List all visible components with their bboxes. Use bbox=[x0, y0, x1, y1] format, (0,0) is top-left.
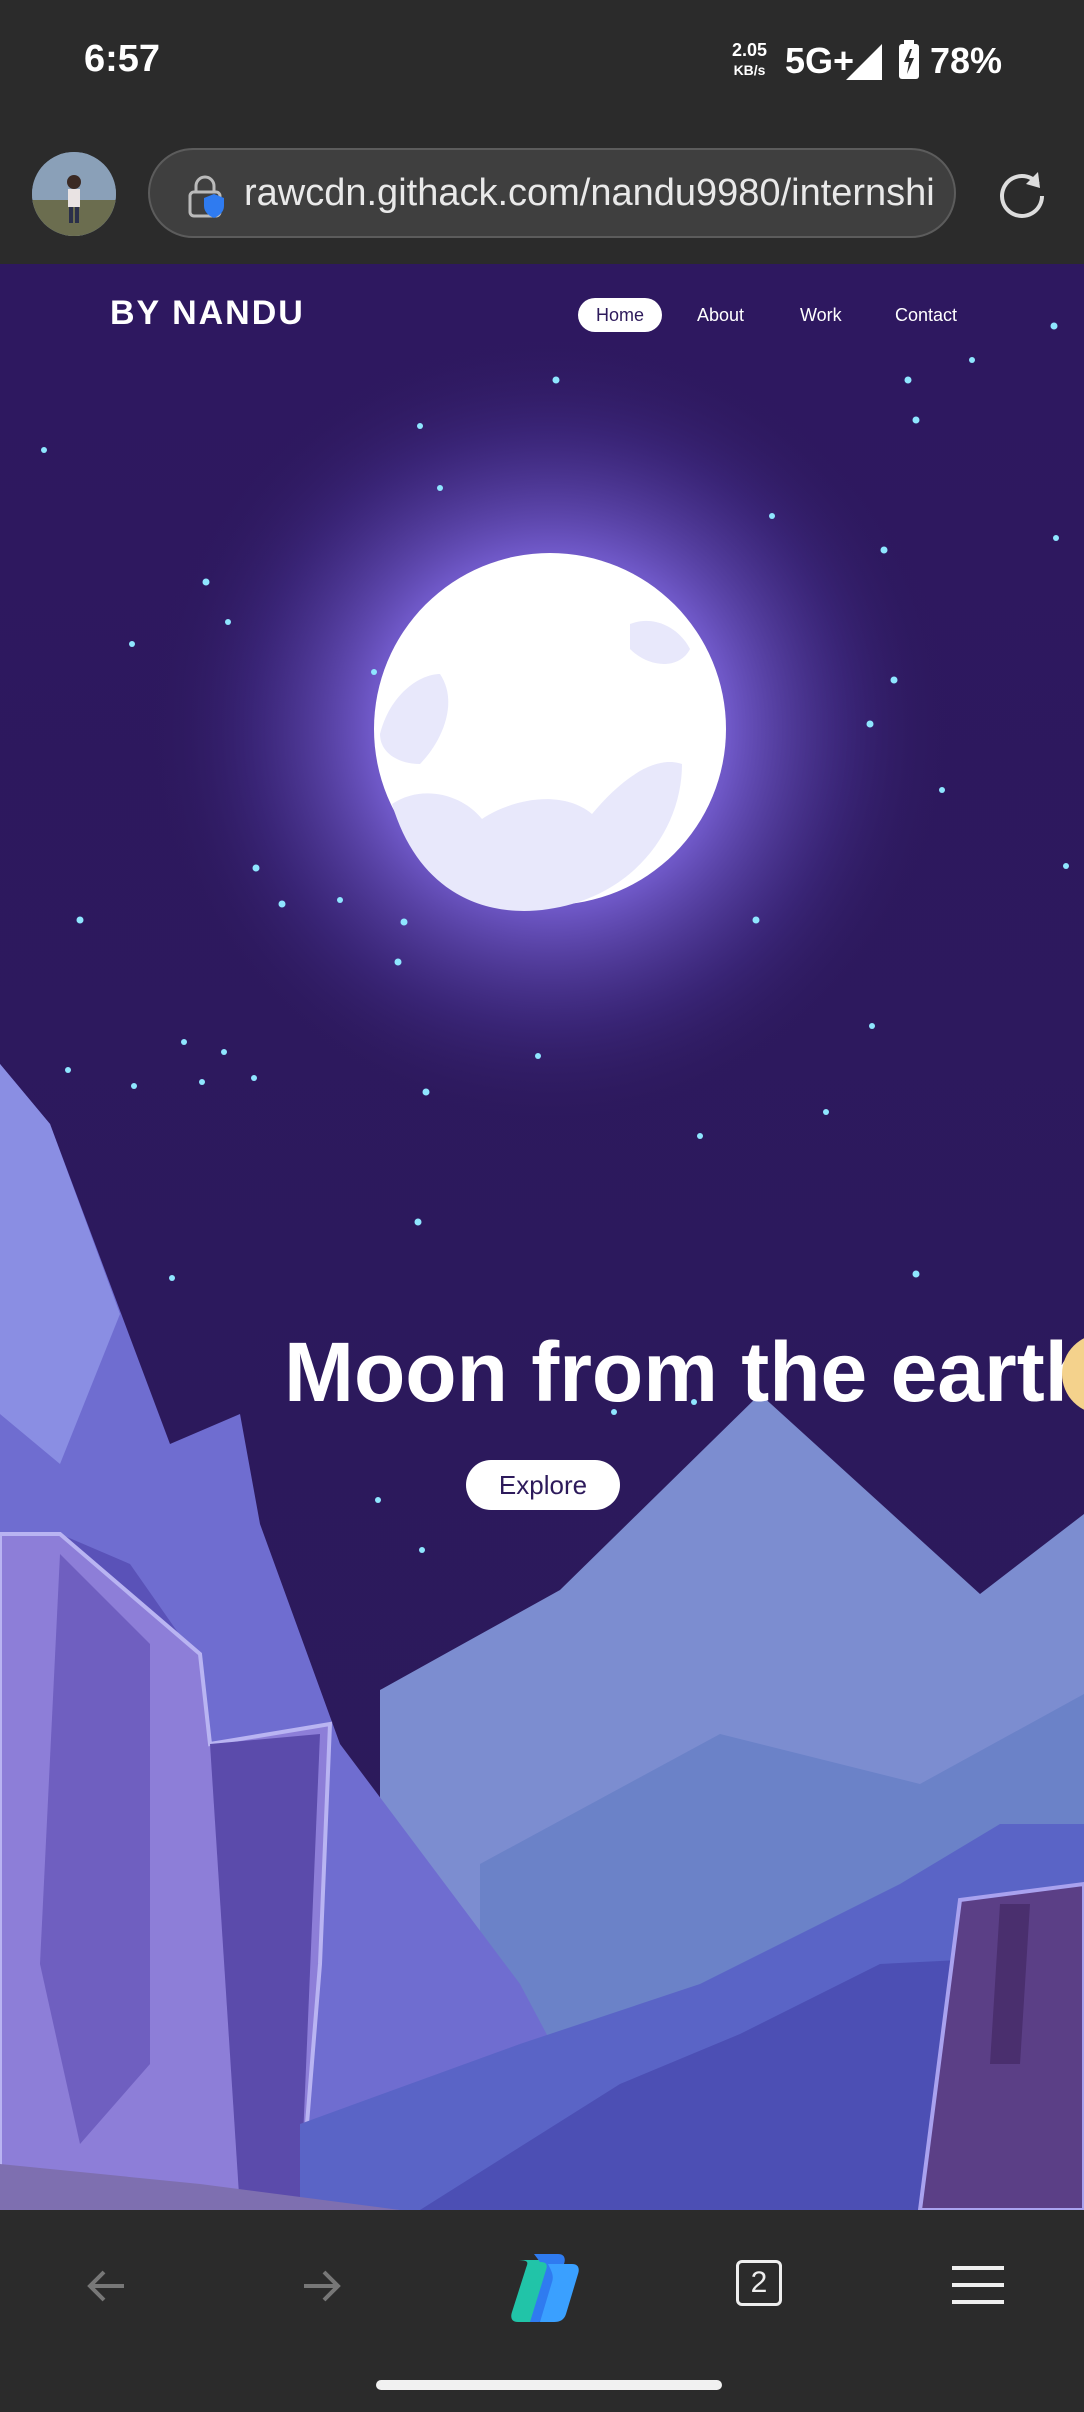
status-bar: 6:57 2.05 KB/s 5G+ 78% bbox=[0, 0, 1084, 130]
tabs-button[interactable]: 2 bbox=[736, 2260, 782, 2306]
lock-shield-icon bbox=[188, 175, 224, 218]
address-bar[interactable]: rawcdn.githack.com/nandu9980/internshi bbox=[148, 148, 956, 238]
battery-charging-icon bbox=[899, 40, 919, 79]
web-page: BY NANDU Home About Work Contact Moon fr… bbox=[0, 264, 1084, 2210]
night-landscape-illustration bbox=[0, 264, 1084, 2210]
signal-icon bbox=[846, 44, 882, 80]
site-logo[interactable]: BY NANDU bbox=[110, 294, 305, 333]
explore-button[interactable]: Explore bbox=[466, 1460, 620, 1510]
reload-icon[interactable] bbox=[994, 166, 1050, 222]
menu-icon[interactable] bbox=[950, 2260, 1006, 2310]
nav-home[interactable]: Home bbox=[578, 298, 663, 332]
avatar-image bbox=[32, 152, 116, 236]
nav-about[interactable]: About bbox=[679, 298, 762, 332]
clock: 6:57 bbox=[84, 38, 161, 80]
browser-toolbar: rawcdn.githack.com/nandu9980/internshi bbox=[0, 130, 1084, 266]
nav-contact[interactable]: Contact bbox=[877, 298, 975, 332]
url-text: rawcdn.githack.com/nandu9980/internshi bbox=[244, 172, 935, 214]
copilot-icon[interactable] bbox=[500, 2250, 584, 2326]
back-arrow-icon[interactable] bbox=[80, 2260, 132, 2312]
battery-level: 78% bbox=[930, 40, 1003, 81]
hero-title: Moon from the earth bbox=[284, 1325, 1084, 1419]
profile-avatar[interactable] bbox=[32, 152, 116, 236]
forward-arrow-icon[interactable] bbox=[296, 2260, 348, 2312]
network-speed: 2.05 KB/s bbox=[732, 40, 768, 78]
network-type: 5G+ bbox=[785, 40, 855, 81]
nav-work[interactable]: Work bbox=[782, 298, 860, 332]
gesture-handle bbox=[376, 2380, 722, 2390]
